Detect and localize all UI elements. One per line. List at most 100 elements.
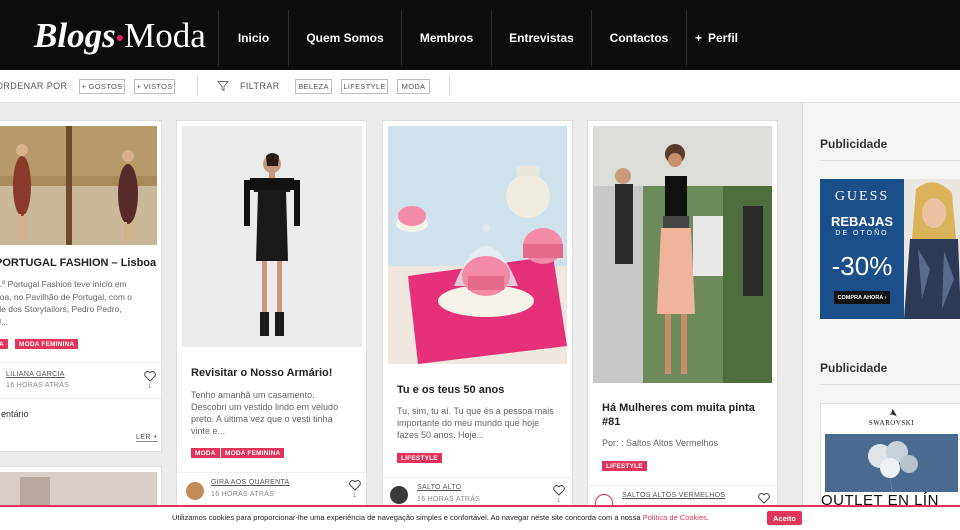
ad-divider (820, 160, 960, 161)
ad-subheadline: DE OTOÑO (835, 230, 889, 237)
filter-divider (449, 75, 450, 97)
site-logo[interactable]: Blogs●Moda (34, 14, 206, 58)
comment-label: entário (1, 409, 29, 419)
swarovski-ad-banner[interactable]: SWAROVSKI OUTLET EN LÍN (820, 403, 960, 516)
ad-section-title: Publicidade (820, 137, 888, 151)
nav-item-membros[interactable]: Membros (401, 10, 491, 66)
order-views-chip[interactable]: + VISTOS (134, 79, 175, 94)
tag-badge[interactable]: A (0, 339, 8, 349)
nav-label: Inicio (237, 31, 270, 45)
excerpt-line: vinte e... (191, 426, 226, 436)
post-card-revisitar[interactable]: Revisitar o Nosso Armário! Tenho amanhã … (176, 120, 367, 516)
post-title[interactable]: Há Mulheres com muita pinta #81 (602, 401, 772, 429)
tag-badge-lifestyle[interactable]: LIFESTYLE (397, 453, 442, 463)
ad-cta-button[interactable]: COMPRA AHORA › (834, 291, 890, 304)
filter-divider (197, 75, 198, 97)
title-line: Há Mulheres com muita pinta (602, 402, 755, 414)
cookie-policy-link[interactable]: Política de Cookies (643, 513, 707, 522)
filter-bar: ORDENAR POR + GOSTOS + VISTOS FILTRAR BE… (0, 70, 960, 103)
post-card-ha-mulheres[interactable]: Há Mulheres com muita pinta #81 Por: : S… (587, 120, 778, 516)
accept-cookies-button[interactable]: Aceito (767, 511, 802, 525)
chip-label: LIFESTYLE (343, 82, 386, 91)
post-title[interactable]: PORTUGAL FASHION – Lisboa (0, 256, 161, 270)
excerpt-line: U... (0, 316, 9, 327)
main-nav: Inicio Quem Somos Membros Entrevistas Co… (218, 10, 746, 66)
excerpt-line: importante do meu mundo que hoje (397, 418, 540, 428)
sidebar: Publicidade GUESS REBAJAS DE OTOÑO -30% … (802, 103, 960, 516)
cookie-banner: Utilizamos cookies para proporcionar-lhe… (0, 505, 960, 530)
tag-badge-moda-feminina[interactable]: MODA FEMININA (221, 448, 285, 458)
nav-item-contactos[interactable]: Contactos (591, 10, 686, 66)
ad-discount: -30% (831, 251, 893, 281)
post-image[interactable] (182, 126, 362, 347)
post-card-portugal-fashion[interactable]: PORTUGAL FASHION – Lisboa 9.º Portugal F… (0, 120, 162, 452)
tag-badge-moda-feminina[interactable]: MODA FEMININA (15, 339, 79, 349)
post-image[interactable] (0, 126, 157, 245)
guess-ad-text-panel: GUESS REBAJAS DE OTOÑO -30% COMPRA AHORA… (820, 179, 904, 319)
chip-label: MODA (401, 82, 426, 91)
swarovski-logo: SWAROVSKI (868, 419, 915, 427)
author-link[interactable]: SALTO ALTO (417, 484, 462, 491)
chip-label: BELEZA (298, 82, 329, 91)
post-byline: Por: : Saltos Altos Vermelhos (602, 438, 719, 448)
post-time: 16 HORAS ATRÁS (211, 491, 275, 498)
cookie-message: Utilizamos cookies para proporcionar-lhe… (172, 513, 709, 522)
excerpt-line: preto. A última vez que o vesti tinha (191, 414, 333, 424)
chip-label: + GOSTOS (81, 82, 123, 91)
filter-chip-moda[interactable]: MODA (397, 79, 430, 94)
heart-icon[interactable] (349, 480, 361, 491)
nav-label: Perfil (708, 31, 739, 45)
nav-item-entrevistas[interactable]: Entrevistas (491, 10, 591, 66)
post-card-50-anos[interactable]: Tu e os teus 50 anos Tu, sim, tu aí. Tu … (382, 120, 573, 516)
post-excerpt: 9.º Portugal Fashion teve início em boa,… (0, 278, 161, 328)
author-avatar[interactable] (390, 486, 408, 504)
author-avatar[interactable] (186, 482, 204, 500)
filter-label: FILTRAR (240, 81, 280, 91)
ad-divider (820, 384, 960, 385)
order-likes-chip[interactable]: + GOSTOS (79, 79, 125, 94)
tag-badge-moda[interactable]: MODA (191, 448, 220, 458)
excerpt-line: Tu, sim, tu aí. Tu que és a pessoa mais (397, 406, 554, 416)
post-excerpt: Tenho amanhã um casamento. Descobri um v… (191, 389, 361, 437)
post-comments: entário LER + (0, 398, 161, 451)
author-link[interactable]: GIRA AOS QUARENTA (211, 479, 290, 486)
excerpt-line: file dos Storytailors, Pedro Pedro, (0, 304, 122, 314)
order-by-label: ORDENAR POR (0, 81, 68, 91)
read-more-link[interactable]: LER + (136, 434, 158, 442)
chip-label: + VISTOS (136, 82, 173, 91)
post-image[interactable] (593, 126, 772, 383)
nav-label: Quem Somos (306, 31, 384, 45)
nav-item-quem-somos[interactable]: Quem Somos (288, 10, 401, 66)
ad-section-title: Publicidade (820, 361, 888, 375)
like-count: 1 (557, 498, 561, 504)
cookie-text: Utilizamos cookies para proporcionar-lhe… (172, 513, 643, 522)
ad-model-image (904, 179, 960, 319)
post-title[interactable]: Tu e os teus 50 anos (397, 383, 567, 397)
like-count: 1 (353, 493, 357, 499)
post-title[interactable]: Revisitar o Nosso Armário! (191, 366, 361, 380)
author-link[interactable]: LILIANA GARCIA (6, 371, 65, 378)
nav-item-perfil[interactable]: + Perfil (686, 10, 746, 66)
post-image[interactable] (388, 126, 567, 364)
site-header: Blogs●Moda Inicio Quem Somos Membros Ent… (0, 0, 960, 70)
nav-label: Entrevistas (509, 31, 574, 45)
swan-logo-icon (887, 409, 897, 417)
excerpt-line: Tenho amanhã um casamento. (191, 390, 315, 400)
heart-icon[interactable] (144, 371, 156, 382)
excerpt-line: fazes 50 anos. Hoje... (397, 430, 485, 440)
excerpt-line: 9.º Portugal Fashion teve início em (0, 279, 127, 289)
ad-headline: REBAJAS (830, 214, 894, 229)
author-link[interactable]: SALTOS ALTOS VERMELHOS (622, 492, 725, 499)
cookie-text-end: . (706, 513, 709, 522)
tag-badge-lifestyle[interactable]: LIFESTYLE (602, 461, 647, 471)
like-count: 1 (148, 384, 152, 390)
logo-text-moda: Moda (124, 16, 206, 55)
nav-item-inicio[interactable]: Inicio (218, 10, 288, 66)
filter-chip-beleza[interactable]: BELEZA (295, 79, 332, 94)
heart-icon[interactable] (758, 493, 770, 504)
excerpt-line: boa, no Pavilhão de Portugal, com o (0, 291, 133, 302)
post-time: 16 HORAS ATRÁS (6, 382, 70, 389)
guess-ad-banner[interactable]: GUESS REBAJAS DE OTOÑO -30% COMPRA AHORA… (820, 179, 960, 319)
filter-chip-lifestyle[interactable]: LIFESTYLE (341, 79, 388, 94)
heart-icon[interactable] (553, 485, 565, 496)
